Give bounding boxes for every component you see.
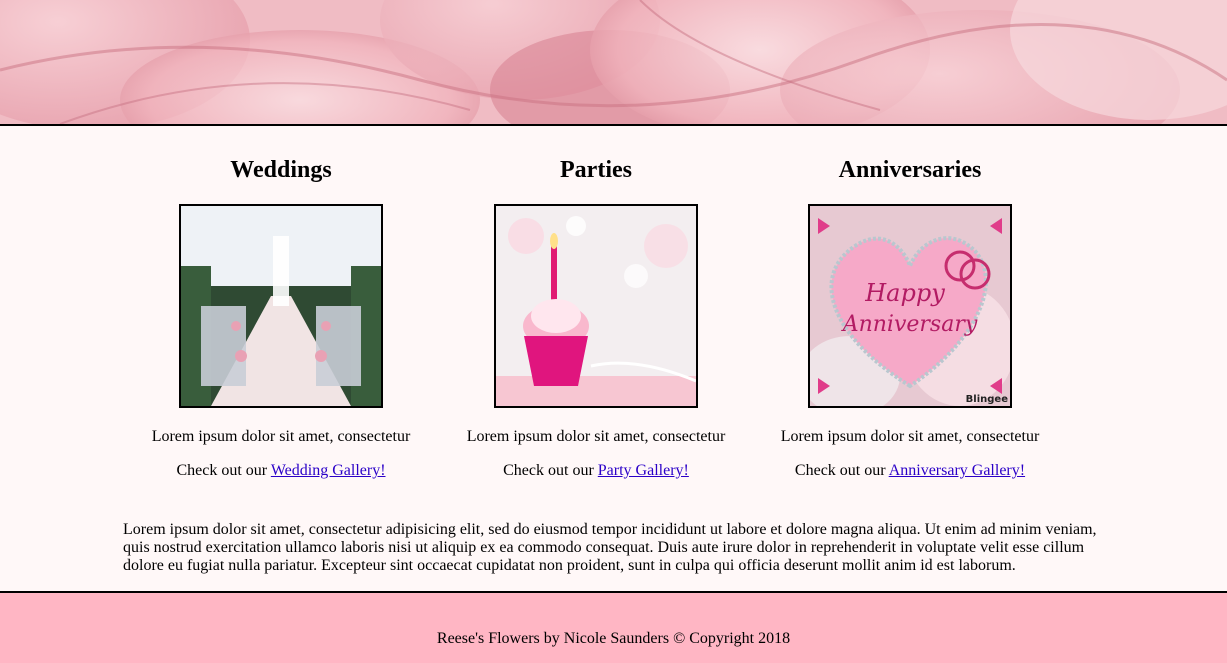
weddings-gallery-line: Check out our Wedding Gallery! [121,461,441,481]
anniversary-text: Anniversary [841,312,978,337]
anniversaries-description: Lorem ipsum dolor sit amet, consectetur [780,428,1040,445]
footer: Reese's Flowers by Nicole Saunders © Cop… [0,591,1227,663]
anniversaries-heading: Anniversaries [838,157,982,183]
main-content: Weddings Lorem ipsum dolor sit amet, con… [0,126,1227,591]
party-gallery-link[interactable]: Party Gallery! [598,462,689,479]
wedding-gallery-link[interactable]: Wedding Gallery! [271,462,386,479]
weddings-description: Lorem ipsum dolor sit amet, consectetur [151,428,411,445]
happy-text: Happy [864,279,945,307]
anniversaries-gallery-line: Check out our Anniversary Gallery! [750,461,1070,481]
footer-copyright: Reese's Flowers by Nicole Saunders © Cop… [436,630,791,647]
gallery-prefix: Check out our [503,462,598,479]
birthday-cupcake-image [494,204,698,408]
parties-gallery-line: Check out our Party Gallery! [436,461,756,481]
parties-heading: Parties [560,157,632,183]
wedding-aisle-image [179,204,383,408]
parties-description: Lorem ipsum dolor sit amet, consectetur [466,428,726,445]
intro-paragraph: Lorem ipsum dolor sit amet, consectetur … [123,521,1097,574]
rose-petals-image [0,0,1227,124]
blingee-watermark: Blingee [966,394,1009,405]
gallery-prefix: Check out our [794,462,889,479]
weddings-heading: Weddings [230,157,332,183]
hero-banner-rose-image [0,0,1227,126]
anniversary-gallery-link[interactable]: Anniversary Gallery! [889,462,1025,479]
gallery-prefix: Check out our [176,462,271,479]
happy-anniversary-image: Happy Anniversary Blingee [808,204,1012,408]
